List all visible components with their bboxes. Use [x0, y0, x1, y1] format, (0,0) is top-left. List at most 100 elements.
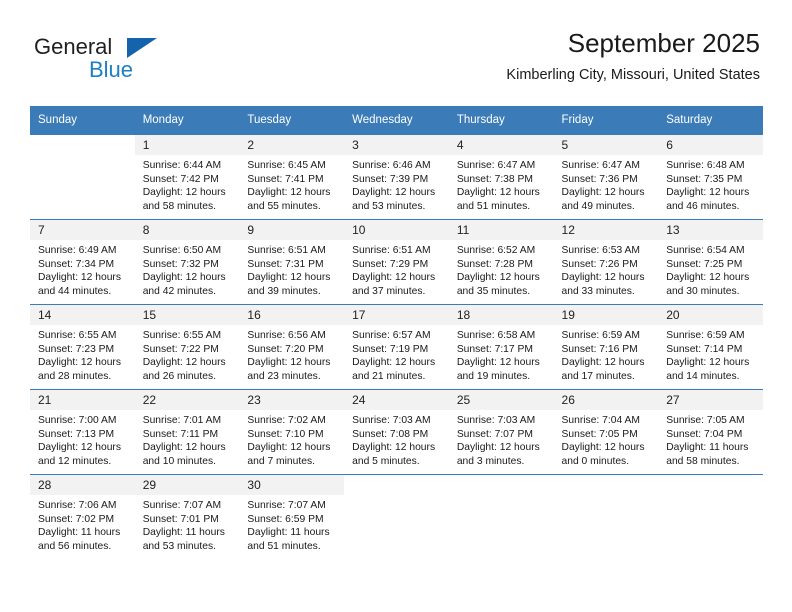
calendar-page: General Blue September 2025 Kimberling C… — [0, 0, 792, 612]
day-number: 13 — [658, 220, 763, 240]
sunset-text: Sunset: 7:14 PM — [666, 343, 743, 355]
day-number: 14 — [30, 305, 135, 325]
sunset-text: Sunset: 7:19 PM — [352, 343, 429, 355]
calendar-day-cell[interactable]: 11 Sunrise: 6:52 AM Sunset: 7:28 PM Dayligh… — [448, 219, 554, 305]
daylight-text-line2: and 3 minutes. — [456, 455, 525, 467]
sunset-text: Sunset: 7:11 PM — [142, 428, 219, 440]
sunset-text: Sunset: 7:36 PM — [561, 173, 638, 185]
calendar-day-cell[interactable]: 21 Sunrise: 7:00 AM Sunset: 7:13 PM Dayligh… — [30, 389, 135, 475]
sunset-text: Sunset: 7:28 PM — [456, 258, 533, 270]
calendar-day-cell[interactable]: 28 Sunrise: 7:06 AM Sunset: 7:02 PM Dayligh… — [30, 474, 135, 559]
day-sun-info: Sunrise: 7:03 AM Sunset: 7:08 PM Daylight:… — [344, 410, 449, 468]
daylight-text-line2: and 53 minutes. — [352, 200, 426, 212]
calendar-day-cell[interactable]: 1 Sunrise: 6:44 AM Sunset: 7:42 PM Daylight… — [134, 134, 240, 220]
day-number: 19 — [553, 305, 659, 325]
calendar-day-cell[interactable]: 22 Sunrise: 7:01 AM Sunset: 7:11 PM Dayligh… — [134, 389, 240, 475]
sunset-text: Sunset: 7:08 PM — [352, 428, 429, 440]
calendar-day-cell[interactable]: 3 Sunrise: 6:46 AM Sunset: 7:39 PM Daylight… — [344, 134, 449, 220]
day-sun-info: Sunrise: 6:53 AM Sunset: 7:26 PM Daylight:… — [554, 240, 659, 298]
calendar-week-row: 14 Sunrise: 6:55 AM Sunset: 7:23 PM Dayligh… — [30, 304, 763, 390]
calendar-day-cell[interactable]: 6 Sunrise: 6:48 AM Sunset: 7:35 PM Daylight… — [658, 134, 763, 220]
daylight-text-line1: Daylight: 12 hours — [666, 187, 750, 199]
sunset-text: Sunset: 7:42 PM — [142, 173, 219, 185]
day-sun-info: Sunrise: 6:59 AM Sunset: 7:16 PM Daylight:… — [554, 325, 659, 383]
calendar-day-cell[interactable]: 26 Sunrise: 7:04 AM Sunset: 7:05 PM Dayligh… — [553, 389, 659, 475]
calendar-day-cell[interactable]: 14 Sunrise: 6:55 AM Sunset: 7:23 PM Dayligh… — [30, 304, 135, 390]
weekday-header-sunday: Sunday — [30, 106, 135, 135]
daylight-text-line2: and 30 minutes. — [666, 285, 740, 297]
sunset-text: Sunset: 7:16 PM — [561, 343, 638, 355]
day-number: 5 — [553, 135, 659, 155]
calendar-day-cell[interactable]: 4 Sunrise: 6:47 AM Sunset: 7:38 PM Daylight… — [448, 134, 554, 220]
day-number: 9 — [239, 220, 345, 240]
calendar-day-cell[interactable]: 13 Sunrise: 6:54 AM Sunset: 7:25 PM Dayligh… — [658, 219, 763, 305]
sunset-text: Sunset: 7:13 PM — [38, 428, 115, 440]
sunrise-text: Sunrise: 7:07 AM — [142, 500, 222, 511]
day-number: 29 — [134, 475, 240, 495]
calendar-day-cell[interactable]: 29 Sunrise: 7:07 AM Sunset: 7:01 PM Dayligh… — [134, 474, 240, 559]
sunrise-text: Sunrise: 7:03 AM — [352, 415, 431, 426]
logo-text-blue: Blue — [89, 57, 134, 82]
daylight-text-line1: Daylight: 11 hours — [38, 527, 121, 539]
day-number: 28 — [30, 475, 135, 495]
sunset-text: Sunset: 7:26 PM — [561, 258, 638, 270]
daylight-text-line2: and 42 minutes. — [142, 285, 216, 297]
daylight-text-line1: Daylight: 11 hours — [247, 527, 330, 539]
sunrise-text: Sunrise: 6:51 AM — [247, 245, 326, 256]
weekday-header-saturday: Saturday — [658, 106, 763, 135]
calendar-day-cell[interactable]: 19 Sunrise: 6:59 AM Sunset: 7:16 PM Dayligh… — [553, 304, 659, 390]
daylight-text-line2: and 56 minutes. — [38, 540, 112, 552]
calendar-day-cell[interactable]: 12 Sunrise: 6:53 AM Sunset: 7:26 PM Dayligh… — [553, 219, 659, 305]
day-number: 27 — [658, 390, 763, 410]
calendar-day-cell[interactable]: 18 Sunrise: 6:58 AM Sunset: 7:17 PM Dayligh… — [448, 304, 554, 390]
daylight-text-line1: Daylight: 12 hours — [456, 442, 540, 454]
day-sun-info: Sunrise: 6:55 AM Sunset: 7:23 PM Daylight:… — [30, 325, 135, 383]
calendar-day-cell[interactable]: 23 Sunrise: 7:02 AM Sunset: 7:10 PM Dayligh… — [239, 389, 345, 475]
daylight-text-line2: and 5 minutes. — [352, 455, 420, 467]
daylight-text-line1: Daylight: 12 hours — [666, 357, 750, 369]
daylight-text-line1: Daylight: 12 hours — [142, 187, 226, 199]
daylight-text-line1: Daylight: 12 hours — [352, 187, 436, 199]
day-sun-info: Sunrise: 6:59 AM Sunset: 7:14 PM Daylight:… — [658, 325, 763, 383]
day-sun-info: Sunrise: 7:07 AM Sunset: 6:59 PM Daylight:… — [239, 495, 344, 553]
sunset-text: Sunset: 7:23 PM — [38, 343, 115, 355]
calendar-day-cell[interactable]: 5 Sunrise: 6:47 AM Sunset: 7:36 PM Daylight… — [553, 134, 659, 220]
calendar-day-cell[interactable]: 27 Sunrise: 7:05 AM Sunset: 7:04 PM Dayligh… — [658, 389, 763, 475]
calendar-day-cell[interactable]: 9 Sunrise: 6:51 AM Sunset: 7:31 PM Daylight… — [239, 219, 345, 305]
calendar-day-cell[interactable]: 8 Sunrise: 6:50 AM Sunset: 7:32 PM Daylight… — [134, 219, 240, 305]
calendar-day-cell[interactable]: 7 Sunrise: 6:49 AM Sunset: 7:34 PM Daylight… — [30, 219, 135, 305]
calendar-day-cell[interactable]: 15 Sunrise: 6:55 AM Sunset: 7:22 PM Dayligh… — [134, 304, 240, 390]
daylight-text-line2: and 58 minutes. — [142, 200, 216, 212]
sunset-text: Sunset: 7:17 PM — [456, 343, 533, 355]
calendar-day-cell[interactable]: 16 Sunrise: 6:56 AM Sunset: 7:20 PM Dayligh… — [239, 304, 345, 390]
calendar-day-cell[interactable]: 24 Sunrise: 7:03 AM Sunset: 7:08 PM Dayligh… — [344, 389, 449, 475]
title-block: September 2025 Kimberling City, Missouri… — [506, 26, 760, 86]
day-sun-info: Sunrise: 6:51 AM Sunset: 7:29 PM Daylight:… — [344, 240, 449, 298]
sunset-text: Sunset: 7:35 PM — [666, 173, 743, 185]
calendar-day-cell[interactable]: 10 Sunrise: 6:51 AM Sunset: 7:29 PM Dayligh… — [344, 219, 449, 305]
day-sun-info: Sunrise: 6:57 AM Sunset: 7:19 PM Daylight:… — [344, 325, 449, 383]
calendar-day-cell[interactable]: 25 Sunrise: 7:03 AM Sunset: 7:07 PM Dayligh… — [448, 389, 554, 475]
daylight-text-line1: Daylight: 11 hours — [666, 442, 749, 454]
calendar-day-cell[interactable]: 30 Sunrise: 7:07 AM Sunset: 6:59 PM Dayligh… — [239, 474, 345, 559]
daylight-text-line2: and 12 minutes. — [38, 455, 112, 467]
sunset-text: Sunset: 7:38 PM — [456, 173, 533, 185]
calendar-day-cell[interactable]: 2 Sunrise: 6:45 AM Sunset: 7:41 PM Daylight… — [239, 134, 345, 220]
daylight-text-line1: Daylight: 12 hours — [666, 272, 750, 284]
day-number: 8 — [134, 220, 240, 240]
day-sun-info: Sunrise: 6:52 AM Sunset: 7:28 PM Daylight:… — [449, 240, 554, 298]
daylight-text-line1: Daylight: 12 hours — [456, 272, 540, 284]
day-number: 4 — [448, 135, 554, 155]
day-sun-info: Sunrise: 6:55 AM Sunset: 7:22 PM Daylight:… — [135, 325, 240, 383]
daylight-text-line2: and 49 minutes. — [561, 200, 635, 212]
day-number: 17 — [344, 305, 449, 325]
daylight-text-line1: Daylight: 12 hours — [247, 272, 331, 284]
sunrise-text: Sunrise: 6:57 AM — [352, 330, 431, 341]
daylight-text-line2: and 53 minutes. — [142, 540, 216, 552]
sunrise-text: Sunrise: 6:56 AM — [247, 330, 326, 341]
sunrise-text: Sunrise: 6:47 AM — [561, 160, 640, 171]
day-number: 16 — [239, 305, 345, 325]
daylight-text-line1: Daylight: 12 hours — [247, 442, 331, 454]
calendar-day-cell[interactable]: 20 Sunrise: 6:59 AM Sunset: 7:14 PM Dayligh… — [658, 304, 763, 390]
calendar-day-cell[interactable]: 17 Sunrise: 6:57 AM Sunset: 7:19 PM Dayligh… — [344, 304, 449, 390]
